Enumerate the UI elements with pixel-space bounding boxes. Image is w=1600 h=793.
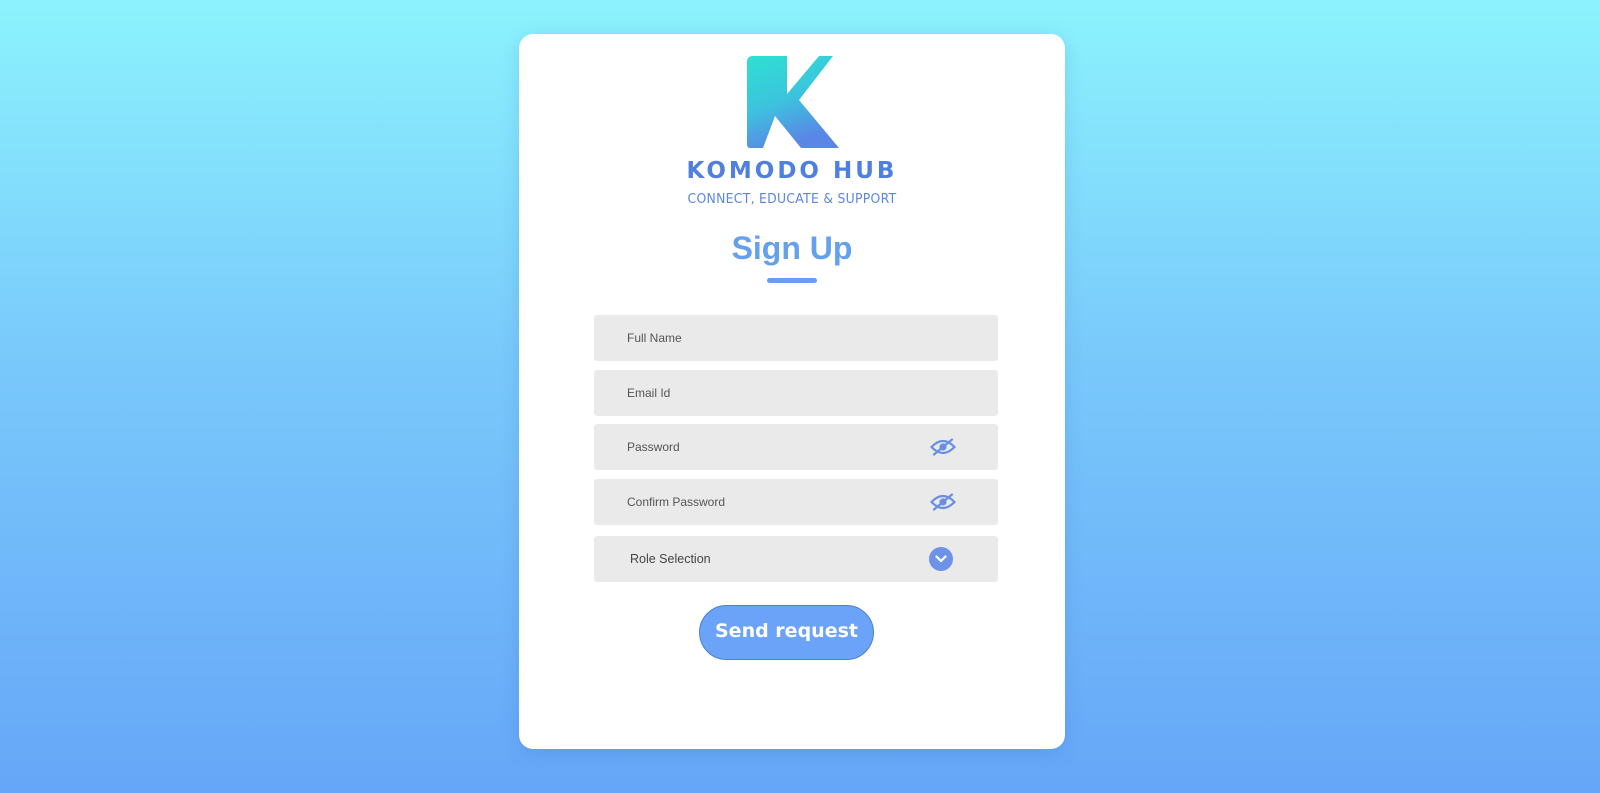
brand-name: KOMODO HUB: [686, 158, 898, 184]
page-title: Sign Up: [731, 230, 853, 266]
role-selection-label: Role Selection: [630, 552, 711, 566]
eye-slash-icon[interactable]: [930, 493, 956, 511]
komodo-logo-icon: [747, 56, 839, 148]
eye-slash-icon[interactable]: [930, 438, 956, 456]
chevron-down-icon[interactable]: [929, 547, 953, 571]
email-field-container: [594, 370, 998, 416]
email-input[interactable]: [594, 370, 998, 416]
brand-tagline: CONNECT, EDUCATE & SUPPORT: [687, 191, 897, 207]
password-field-container: [594, 424, 998, 470]
full-name-field-container: [594, 315, 998, 361]
signup-card: KOMODO HUB CONNECT, EDUCATE & SUPPORT Si…: [519, 34, 1065, 749]
confirm-password-field-container: [594, 479, 998, 525]
full-name-input[interactable]: [594, 315, 998, 361]
role-selection-dropdown[interactable]: Role Selection: [594, 536, 998, 582]
title-underline: [767, 278, 817, 283]
send-request-button[interactable]: Send request: [699, 605, 874, 660]
